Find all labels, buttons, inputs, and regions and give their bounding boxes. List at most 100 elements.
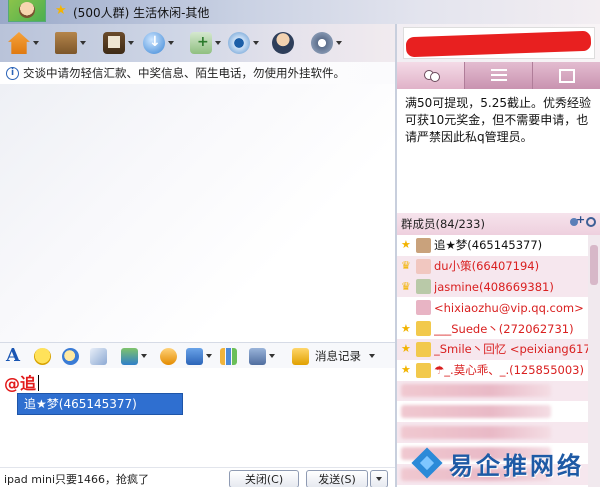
group-avatar[interactable] [8,0,46,22]
security-notice: i 交谈中请勿轻信汇款、中奖信息、陌生电话，勿使用外挂软件。 [0,62,395,84]
music-icon [249,347,266,365]
settings-button[interactable] [311,30,342,56]
image-button[interactable] [121,347,147,365]
search-icon[interactable] [586,217,596,227]
message-area[interactable] [0,84,395,342]
chat-toolbar [0,24,395,62]
picture-icon [121,347,138,365]
apps-button[interactable] [190,30,221,56]
member-badge-icon: ♛ [401,259,411,273]
member-name: ___Suede丶(272062731) [434,321,574,336]
member-item[interactable]: ♛ jasmine(408669381) [397,276,588,298]
font-button[interactable]: A [6,347,23,365]
history-icon [292,347,309,365]
member-count: 群成员(84/233) [401,217,485,231]
star-icon: ★ [55,3,67,18]
member-avatar [416,362,431,378]
vote-button[interactable] [220,347,237,365]
input-toolbar: A 消息记录 [0,342,395,368]
member-item[interactable]: ♛ du小策(66407194) [397,255,588,277]
emoji-button[interactable] [34,347,51,365]
scroll-thumb[interactable] [590,245,598,285]
ad-banner [397,24,600,62]
member-avatar [416,300,431,316]
member-badge-icon: ★ [401,363,411,377]
music-button[interactable] [249,347,275,365]
group-announcement: 满50可提现，5.25截止。优秀经验可获10元奖金，但不需要申请，也请严禁因此私… [397,89,600,213]
history-label: 消息记录 [315,349,361,363]
member-badge-icon: ★ [401,342,411,356]
member-item-redacted[interactable] [397,380,588,402]
member-avatar [416,279,431,295]
redacted-name [401,405,551,419]
add-user-icon[interactable] [570,213,585,229]
smiley-icon [34,347,51,365]
member-item[interactable]: ★ 追★梦(465145377) [397,235,588,256]
close-button[interactable]: 关闭(C) [229,470,299,487]
member-badge-icon [401,302,413,314]
admin-button[interactable] [272,30,294,56]
tab-list[interactable] [465,62,533,89]
tab-window[interactable] [533,62,600,89]
window-title: (500人群) 生活休闲-其他 [73,6,210,20]
magic-emoji-button[interactable] [62,347,79,365]
folder-icon [55,32,77,54]
member-item[interactable]: ★ _Smile丶回忆 <peixiang617... [397,338,588,360]
redacted-name [401,384,551,398]
mention-suggestion[interactable]: 追★梦(465145377) [17,393,183,415]
home-icon [8,32,30,54]
member-badge-icon: ★ [401,238,411,252]
members-icon [423,69,440,83]
mention-value: @追 [4,374,37,393]
screenshot-icon [186,347,203,365]
send-button[interactable]: 发送(S) [306,470,368,487]
side-tabs [397,62,600,89]
send-options-button[interactable] [370,470,388,487]
member-avatar [416,258,431,274]
member-name: jasmine(408669381) [434,279,554,294]
chevron-down-icon [376,477,382,481]
mention-text: @追 [4,370,40,394]
edit-icon [90,347,107,365]
ad-image[interactable] [403,27,595,59]
member-avatar [416,237,431,253]
ad-link[interactable]: ipad mini只要1466，抢疯了 [4,471,149,487]
member-name: 追★梦(465145377) [434,238,543,253]
member-name: ☂_.莫心乖、_.(125855003) [434,363,584,378]
shake-button[interactable] [160,347,177,365]
member-item[interactable]: <hixiaozhu@vip.qq.com> [397,297,588,318]
redacted-name [401,426,551,440]
files-button[interactable] [55,30,86,56]
chevron-down-icon [206,354,212,358]
member-item[interactable]: ★ ___Suede丶(272062731) [397,318,588,339]
tab-members[interactable] [397,62,465,89]
download-icon [143,32,165,54]
watermark-text: 易企推网络 [449,451,584,480]
person-icon [272,32,294,54]
message-input[interactable]: @追 追★梦(465145377) [0,368,395,467]
info-icon: i [6,66,19,80]
chevron-down-icon [128,41,134,45]
gear-icon [311,32,333,54]
member-item[interactable]: ★ ☂_.莫心乖、_.(125855003) [397,360,588,381]
home-button[interactable] [8,30,39,56]
member-name: _Smile丶回忆 <peixiang617... [434,342,588,357]
watermark: 易企推网络 [413,440,600,487]
screenshot-button[interactable] [186,347,212,365]
chevron-down-icon [80,41,86,45]
doodle-button[interactable] [90,347,107,365]
member-avatar [416,321,431,337]
title-bar: ★ (500人群) 生活休闲-其他 [0,0,600,24]
chevron-down-icon [33,41,39,45]
list-icon [490,68,507,83]
bottom-bar: ipad mini只要1466，抢疯了 关闭(C) 发送(S) [0,467,395,487]
album-button[interactable] [103,30,134,56]
member-avatar [416,341,431,357]
message-history-button[interactable]: 消息记录 [292,347,375,365]
member-item-redacted[interactable] [397,401,588,422]
webcam-icon [228,32,250,54]
share-button[interactable] [143,30,174,56]
chevron-down-icon [141,354,147,358]
window-icon [558,68,575,83]
video-button[interactable] [228,30,259,56]
